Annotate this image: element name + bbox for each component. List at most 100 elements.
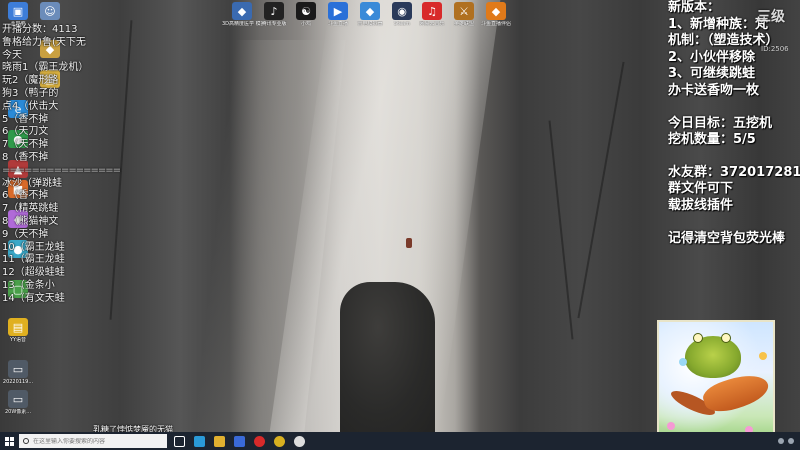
- climber: [406, 238, 412, 248]
- flower: [759, 352, 767, 360]
- overlay-line: 今天: [2, 49, 22, 61]
- overlay-line: 晓雨1（霸王龙机）: [2, 62, 89, 74]
- flower: [679, 358, 687, 366]
- frog-art: [685, 333, 741, 378]
- tray-icon[interactable]: [778, 438, 784, 444]
- user-icon: ☺: [40, 2, 60, 20]
- app-icon: ♪: [264, 2, 284, 20]
- system-tray: [778, 438, 800, 444]
- taskbar-app[interactable]: [209, 432, 229, 450]
- desktop-shortcut[interactable]: ◆ 雷电模拟器: [357, 2, 383, 27]
- store-icon: [233, 435, 245, 447]
- overlay-line: 群文件可下: [668, 181, 734, 197]
- desktop-shortcut-label: 20220119...: [2, 379, 34, 385]
- file-explorer-icon: [213, 435, 225, 447]
- overlay-line: 14（有文天蛙: [2, 292, 65, 304]
- fan-group-info: 水友群：372017281 群文件可下 载拔线插件: [668, 165, 800, 215]
- overlay-line: 12（超级蛙蛙: [2, 267, 65, 279]
- desktop-shortcut[interactable]: ☺: [38, 2, 62, 20]
- taskbar-app[interactable]: [269, 432, 289, 450]
- overlay-line: 10（霸王龙蛙: [2, 241, 65, 253]
- app-icon: ◆: [360, 2, 380, 20]
- overlay-line: 开播分数：4113: [2, 24, 78, 35]
- overlay-line: 6（香不掉: [2, 190, 49, 202]
- search-input[interactable]: [33, 437, 163, 445]
- start-button[interactable]: [0, 432, 18, 450]
- overlay-line: 9（天不掉: [2, 228, 49, 240]
- overlay-line: 5（香不掉: [2, 113, 49, 125]
- app-icon: ▶: [328, 2, 348, 20]
- desktop-shortcut[interactable]: ▤ YY语音: [6, 318, 30, 343]
- overlay-line: 11（霸王龙蛙: [2, 254, 65, 266]
- taskbar-app[interactable]: [289, 432, 309, 450]
- overlay-line: 载拔线插件: [668, 197, 734, 213]
- desktop-shortcut[interactable]: ◆ 3D高精度医学 模拟: [222, 2, 262, 27]
- file-icon: ▭: [8, 360, 28, 378]
- frog-eye: [721, 333, 731, 343]
- overlay-line: 13（金条小: [2, 279, 55, 291]
- desktop-shortcut[interactable]: ♪ 腾讯专业版: [261, 2, 287, 27]
- overlay-line: 狗3（鸭子的: [2, 87, 59, 99]
- tray-icon[interactable]: [788, 438, 794, 444]
- overlay-line: 7（天不掉: [2, 139, 49, 151]
- desktop-shortcut[interactable]: ☯ 小鸡: [294, 2, 318, 27]
- watermark-logo: 三级: [757, 9, 785, 25]
- chrome-icon: [273, 435, 285, 447]
- overlay-line: 鲁格给力鲁(天下无: [2, 36, 86, 48]
- obs-icon: [293, 435, 305, 447]
- desktop-shortcut[interactable]: ◆ 斗鱼直播伴侣: [481, 2, 511, 27]
- game-card-image: [657, 320, 775, 450]
- recycle-bin-icon: ▣: [8, 2, 28, 20]
- netease-music-icon: [253, 435, 265, 447]
- overlay-line: 8（熊猫神文: [2, 215, 59, 227]
- edge-browser-icon: [193, 435, 205, 447]
- desktop-shortcut[interactable]: ♫ 网易云音乐: [419, 2, 445, 27]
- taskbar-search[interactable]: [19, 434, 167, 448]
- overlay-line: ================: [2, 164, 121, 176]
- desktop-shortcut[interactable]: ▭ 20W像素...: [5, 390, 31, 415]
- taskbar-app[interactable]: [249, 432, 269, 450]
- overlay-line: 玩2（魔形路: [2, 75, 59, 87]
- overlay-line: 3、可继续跳蛙: [668, 66, 756, 82]
- frog-eye: [693, 333, 703, 343]
- file-icon: ▭: [8, 390, 28, 408]
- overlay-line: 8（香不掉: [2, 151, 49, 163]
- windows-icon: [4, 436, 14, 446]
- desktop-shortcut[interactable]: ▶ 斗鱼直播: [326, 2, 350, 27]
- overlay-line: 记得清空背包荧光棒: [668, 230, 786, 246]
- desktop-shortcut-label: YY语音: [9, 337, 27, 343]
- overlay-line: 7（精英跳蛙: [2, 203, 59, 215]
- app-icon: ◉: [392, 2, 412, 20]
- taskbar-apps: [169, 432, 309, 450]
- overlay-line: 水友群：372017281: [668, 164, 800, 180]
- overlay-line: 点4（伏击大: [2, 100, 59, 112]
- taskbar-app[interactable]: [229, 432, 249, 450]
- app-icon: ◆: [232, 2, 252, 20]
- right-stream-overlay: 新版本： 1、新增种族：梵 机制：（塑造技术） 2、小伙伴移除 3、可继续跳蛙 办卡送香吻…: [668, 0, 800, 247]
- app-icon: ♫: [422, 2, 442, 20]
- task-view-icon: [173, 435, 185, 447]
- overlay-line: 挖机数量：5/5: [668, 132, 756, 148]
- search-icon: [23, 438, 29, 444]
- left-stream-overlay: 开播分数：4113 鲁格给力鲁(天下无 今天 晓雨1（霸王龙机） 玩2（魔形路 狗3（鸭子…: [2, 24, 121, 306]
- taskbar-app[interactable]: [169, 432, 189, 450]
- watermark-id: ID:2506: [761, 45, 789, 53]
- dark-rock: [340, 282, 435, 432]
- reminder: 记得清空背包荧光棒: [668, 231, 800, 248]
- desktop-shortcut[interactable]: ◉ Steam: [390, 2, 414, 27]
- app-icon: ⚔: [454, 2, 474, 20]
- desktop-shortcut-label: 20W像素...: [4, 409, 32, 415]
- desktop-shortcut[interactable]: ⚔ 英雄联盟: [452, 2, 476, 27]
- app-icon: ☯: [296, 2, 316, 20]
- desktop-shortcut[interactable]: ▭ 20220119...: [3, 360, 33, 385]
- taskbar: [0, 432, 800, 450]
- overlay-line: 6（天刀文: [2, 126, 49, 138]
- daily-goal: 今日目标：五挖机 挖机数量：5/5: [668, 116, 800, 149]
- overlay-line: 办卡送香吻一枚: [668, 82, 760, 98]
- taskbar-app[interactable]: [189, 432, 209, 450]
- folder-icon: ▤: [8, 318, 28, 336]
- app-icon: ◆: [486, 2, 506, 20]
- overlay-line: 冰沙（弹跳蛙: [2, 177, 62, 189]
- flower: [667, 422, 675, 430]
- desktop-shortcut-label: 斗鱼直播伴侣: [480, 21, 511, 27]
